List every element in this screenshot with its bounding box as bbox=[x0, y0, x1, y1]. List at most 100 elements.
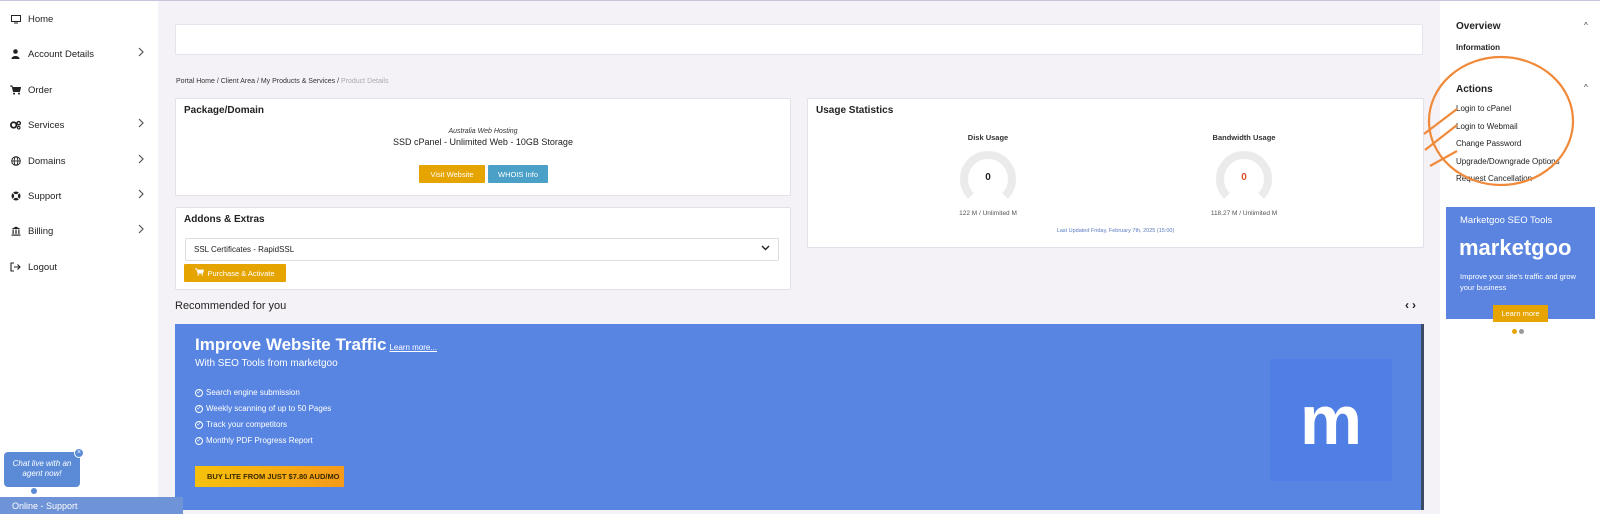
sidebar-item-domains[interactable]: Domains bbox=[0, 149, 158, 173]
carousel-dot-active[interactable] bbox=[1512, 329, 1517, 334]
disk-usage-value: 0 bbox=[985, 172, 991, 183]
package-title: Package/Domain bbox=[184, 105, 265, 116]
prev-arrow-icon[interactable]: ‹ bbox=[1405, 298, 1412, 312]
promo-title: Marketgoo SEO Tools bbox=[1460, 215, 1553, 226]
sidebar-item-label: Services bbox=[28, 119, 65, 131]
bandwidth-usage-foot: 118.27 M / Unlimited M bbox=[1210, 210, 1278, 217]
usage-card: Usage Statistics Disk Usage 0 122 M / Un… bbox=[807, 98, 1424, 248]
chat-pointer bbox=[31, 488, 37, 494]
overview-heading: Overview bbox=[1456, 21, 1501, 32]
sidebar-item-label: Account Details bbox=[28, 48, 95, 60]
banner-feature-text: Track your competitors bbox=[206, 420, 288, 429]
banner-title-text: Improve Website Traffic bbox=[195, 335, 387, 354]
sidebar-item-label: Billing bbox=[28, 225, 54, 237]
monitor-icon bbox=[10, 14, 21, 25]
breadcrumb-product-details: Product Details bbox=[341, 78, 389, 85]
breadcrumb-client-area[interactable]: Client Area bbox=[221, 78, 255, 85]
banner-feature: ✓ Weekly scanning of up to 50 Pages bbox=[195, 404, 331, 413]
promo-learn-more-button[interactable]: Learn more bbox=[1493, 305, 1548, 322]
sidebar-item-label: Logout bbox=[28, 261, 58, 273]
banner-subtitle: With SEO Tools from marketgoo bbox=[195, 358, 338, 369]
breadcrumb-my-products[interactable]: My Products & Services bbox=[261, 78, 335, 85]
chevron-right-icon bbox=[138, 154, 144, 167]
bank-icon bbox=[10, 226, 21, 237]
breadcrumb-portal-home[interactable]: Portal Home bbox=[176, 78, 215, 85]
sidebar-item-order[interactable]: Order bbox=[0, 78, 158, 102]
upgrade-downgrade-link[interactable]: Upgrade/Downgrade Options bbox=[1456, 157, 1560, 166]
package-card: Package/Domain Australia Web Hosting SSD… bbox=[175, 98, 791, 196]
sidebar-item-support[interactable]: Support bbox=[0, 184, 158, 208]
bandwidth-usage-label: Bandwidth Usage bbox=[1212, 133, 1276, 142]
disk-usage-foot: 122 M / Unlimited M bbox=[959, 210, 1017, 217]
next-arrow-icon[interactable]: › bbox=[1412, 298, 1419, 312]
sidebar-item-services[interactable]: Services bbox=[0, 113, 158, 137]
chat-bubble[interactable]: Chat live with an agent now! bbox=[4, 452, 80, 487]
chevron-right-icon bbox=[138, 189, 144, 202]
login-cpanel-link[interactable]: Login to cPanel bbox=[1456, 104, 1511, 113]
chevron-right-icon bbox=[138, 118, 144, 131]
carousel-arrows: ‹› bbox=[1405, 298, 1419, 312]
cart-icon bbox=[195, 268, 205, 278]
bandwidth-usage-value: 0 bbox=[1241, 172, 1247, 183]
addons-card: Addons & Extras SSL Certificates - Rapid… bbox=[175, 207, 791, 290]
lifebuoy-icon bbox=[10, 191, 21, 202]
purchase-activate-button[interactable]: Purchase & Activate bbox=[184, 264, 286, 282]
cogs-icon bbox=[10, 120, 21, 131]
recommended-title: Recommended for you bbox=[175, 300, 287, 312]
promo-banner: Improve Website Traffic Learn more... Wit… bbox=[175, 324, 1424, 510]
banner-feature: ✓ Search engine submission bbox=[195, 388, 300, 397]
check-circle-icon: ✓ bbox=[195, 388, 203, 397]
chevron-up-icon[interactable]: ^ bbox=[1584, 83, 1588, 92]
sidebar-item-account-details[interactable]: Account Details bbox=[0, 42, 158, 66]
disk-usage-label: Disk Usage bbox=[967, 133, 1009, 142]
right-sidebar: Overview ^ Information Actions ^ Login t… bbox=[1440, 1, 1600, 514]
chevron-right-icon bbox=[138, 47, 144, 60]
globe-icon bbox=[10, 156, 21, 167]
check-circle-icon: ✓ bbox=[195, 420, 203, 429]
addons-title: Addons & Extras bbox=[184, 214, 265, 225]
banner-learn-more-link[interactable]: Learn more... bbox=[389, 343, 437, 352]
carousel-dot[interactable] bbox=[1519, 329, 1524, 334]
package-group: Australia Web Hosting bbox=[448, 128, 518, 135]
banner-feature: ✓ Track your competitors bbox=[195, 420, 287, 429]
addon-select-value: SSL Certificates - RapidSSL bbox=[194, 245, 295, 254]
visit-website-button[interactable]: Visit Website bbox=[419, 165, 485, 183]
change-password-link[interactable]: Change Password bbox=[1456, 139, 1521, 148]
purchase-activate-label: Purchase & Activate bbox=[207, 268, 275, 278]
promo-logo: marketgoo bbox=[1459, 235, 1572, 260]
online-support-bar[interactable]: Online - Support bbox=[0, 497, 183, 514]
sidebar-item-label: Support bbox=[28, 190, 62, 202]
usage-last-updated: Last Updated Friday, February 7th, 2025 … bbox=[1056, 228, 1175, 234]
banner-feature-text: Search engine submission bbox=[206, 388, 300, 397]
logout-icon bbox=[10, 262, 21, 273]
chevron-up-icon[interactable]: ^ bbox=[1584, 21, 1588, 30]
actions-heading: Actions bbox=[1456, 84, 1493, 95]
package-product: SSD cPanel - Unlimited Web - 10GB Storag… bbox=[393, 137, 573, 147]
usage-title: Usage Statistics bbox=[816, 105, 894, 116]
sidebar-item-home[interactable]: Home bbox=[0, 7, 158, 31]
buy-lite-button[interactable]: BUY LITE FROM JUST $7.80 AUD/MO bbox=[195, 466, 344, 487]
login-webmail-link[interactable]: Login to Webmail bbox=[1456, 122, 1518, 131]
sidebar-item-billing[interactable]: Billing bbox=[0, 219, 158, 243]
check-circle-icon: ✓ bbox=[195, 404, 203, 413]
marketgoo-promo-card: Marketgoo SEO Tools marketgoo Improve yo… bbox=[1446, 207, 1595, 322]
cart-icon bbox=[10, 85, 21, 96]
close-icon[interactable]: × bbox=[74, 448, 84, 458]
sidebar-item-label: Home bbox=[28, 13, 54, 25]
chevron-right-icon bbox=[138, 224, 144, 237]
carousel-dots bbox=[1512, 329, 1524, 334]
request-cancellation-link[interactable]: Request Cancellation bbox=[1456, 174, 1532, 183]
information-link[interactable]: Information bbox=[1456, 43, 1500, 52]
banner-feature-text: Monthly PDF Progress Report bbox=[206, 436, 313, 445]
banner-feature: ✓ Monthly PDF Progress Report bbox=[195, 436, 313, 445]
check-circle-icon: ✓ bbox=[195, 436, 203, 445]
breadcrumb: Portal Home / Client Area / My Products … bbox=[176, 78, 388, 85]
chevron-down-icon bbox=[761, 244, 770, 253]
sidebar-item-logout[interactable]: Logout bbox=[0, 255, 158, 279]
sidebar-item-label: Domains bbox=[28, 155, 66, 167]
banner-title: Improve Website Traffic Learn more... bbox=[195, 335, 437, 355]
addon-select[interactable]: SSL Certificates - RapidSSL bbox=[185, 238, 779, 261]
whois-info-button[interactable]: WHOIS Info bbox=[488, 165, 548, 183]
left-sidebar: Home Account Details Order Services Doma… bbox=[0, 1, 158, 514]
promo-text: Improve your site's traffic and grow you… bbox=[1460, 272, 1576, 292]
